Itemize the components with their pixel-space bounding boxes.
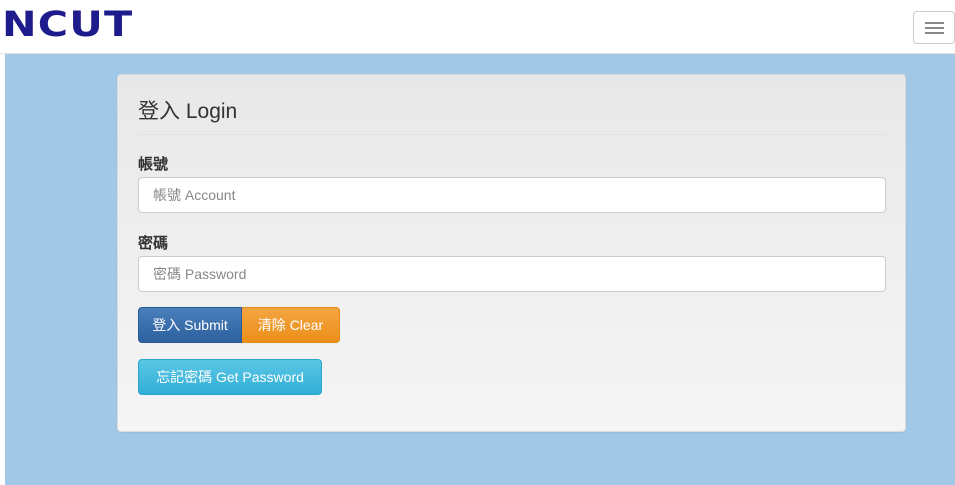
hamburger-menu-icon <box>925 22 944 24</box>
site-logo[interactable]: NCUT <box>2 8 133 43</box>
forgot-password-button[interactable]: 忘記密碼 Get Password <box>138 359 322 395</box>
menu-toggle-button[interactable] <box>913 11 955 44</box>
password-input[interactable] <box>138 256 886 292</box>
navbar: NCUT <box>0 0 955 54</box>
login-title: 登入 Login <box>138 100 886 135</box>
page-background: 登入 Login 帳號 密碼 登入 Submit 清除 Clear 忘記密碼 G… <box>5 54 955 485</box>
password-label: 密碼 <box>138 235 169 252</box>
hamburger-menu-icon <box>925 27 944 29</box>
hamburger-menu-icon <box>925 32 944 34</box>
clear-button[interactable]: 清除 Clear <box>242 307 340 343</box>
submit-button[interactable]: 登入 Submit <box>138 307 242 343</box>
login-panel: 登入 Login 帳號 密碼 登入 Submit 清除 Clear 忘記密碼 G… <box>117 74 906 432</box>
account-input[interactable] <box>138 177 886 213</box>
account-label: 帳號 <box>138 156 169 173</box>
